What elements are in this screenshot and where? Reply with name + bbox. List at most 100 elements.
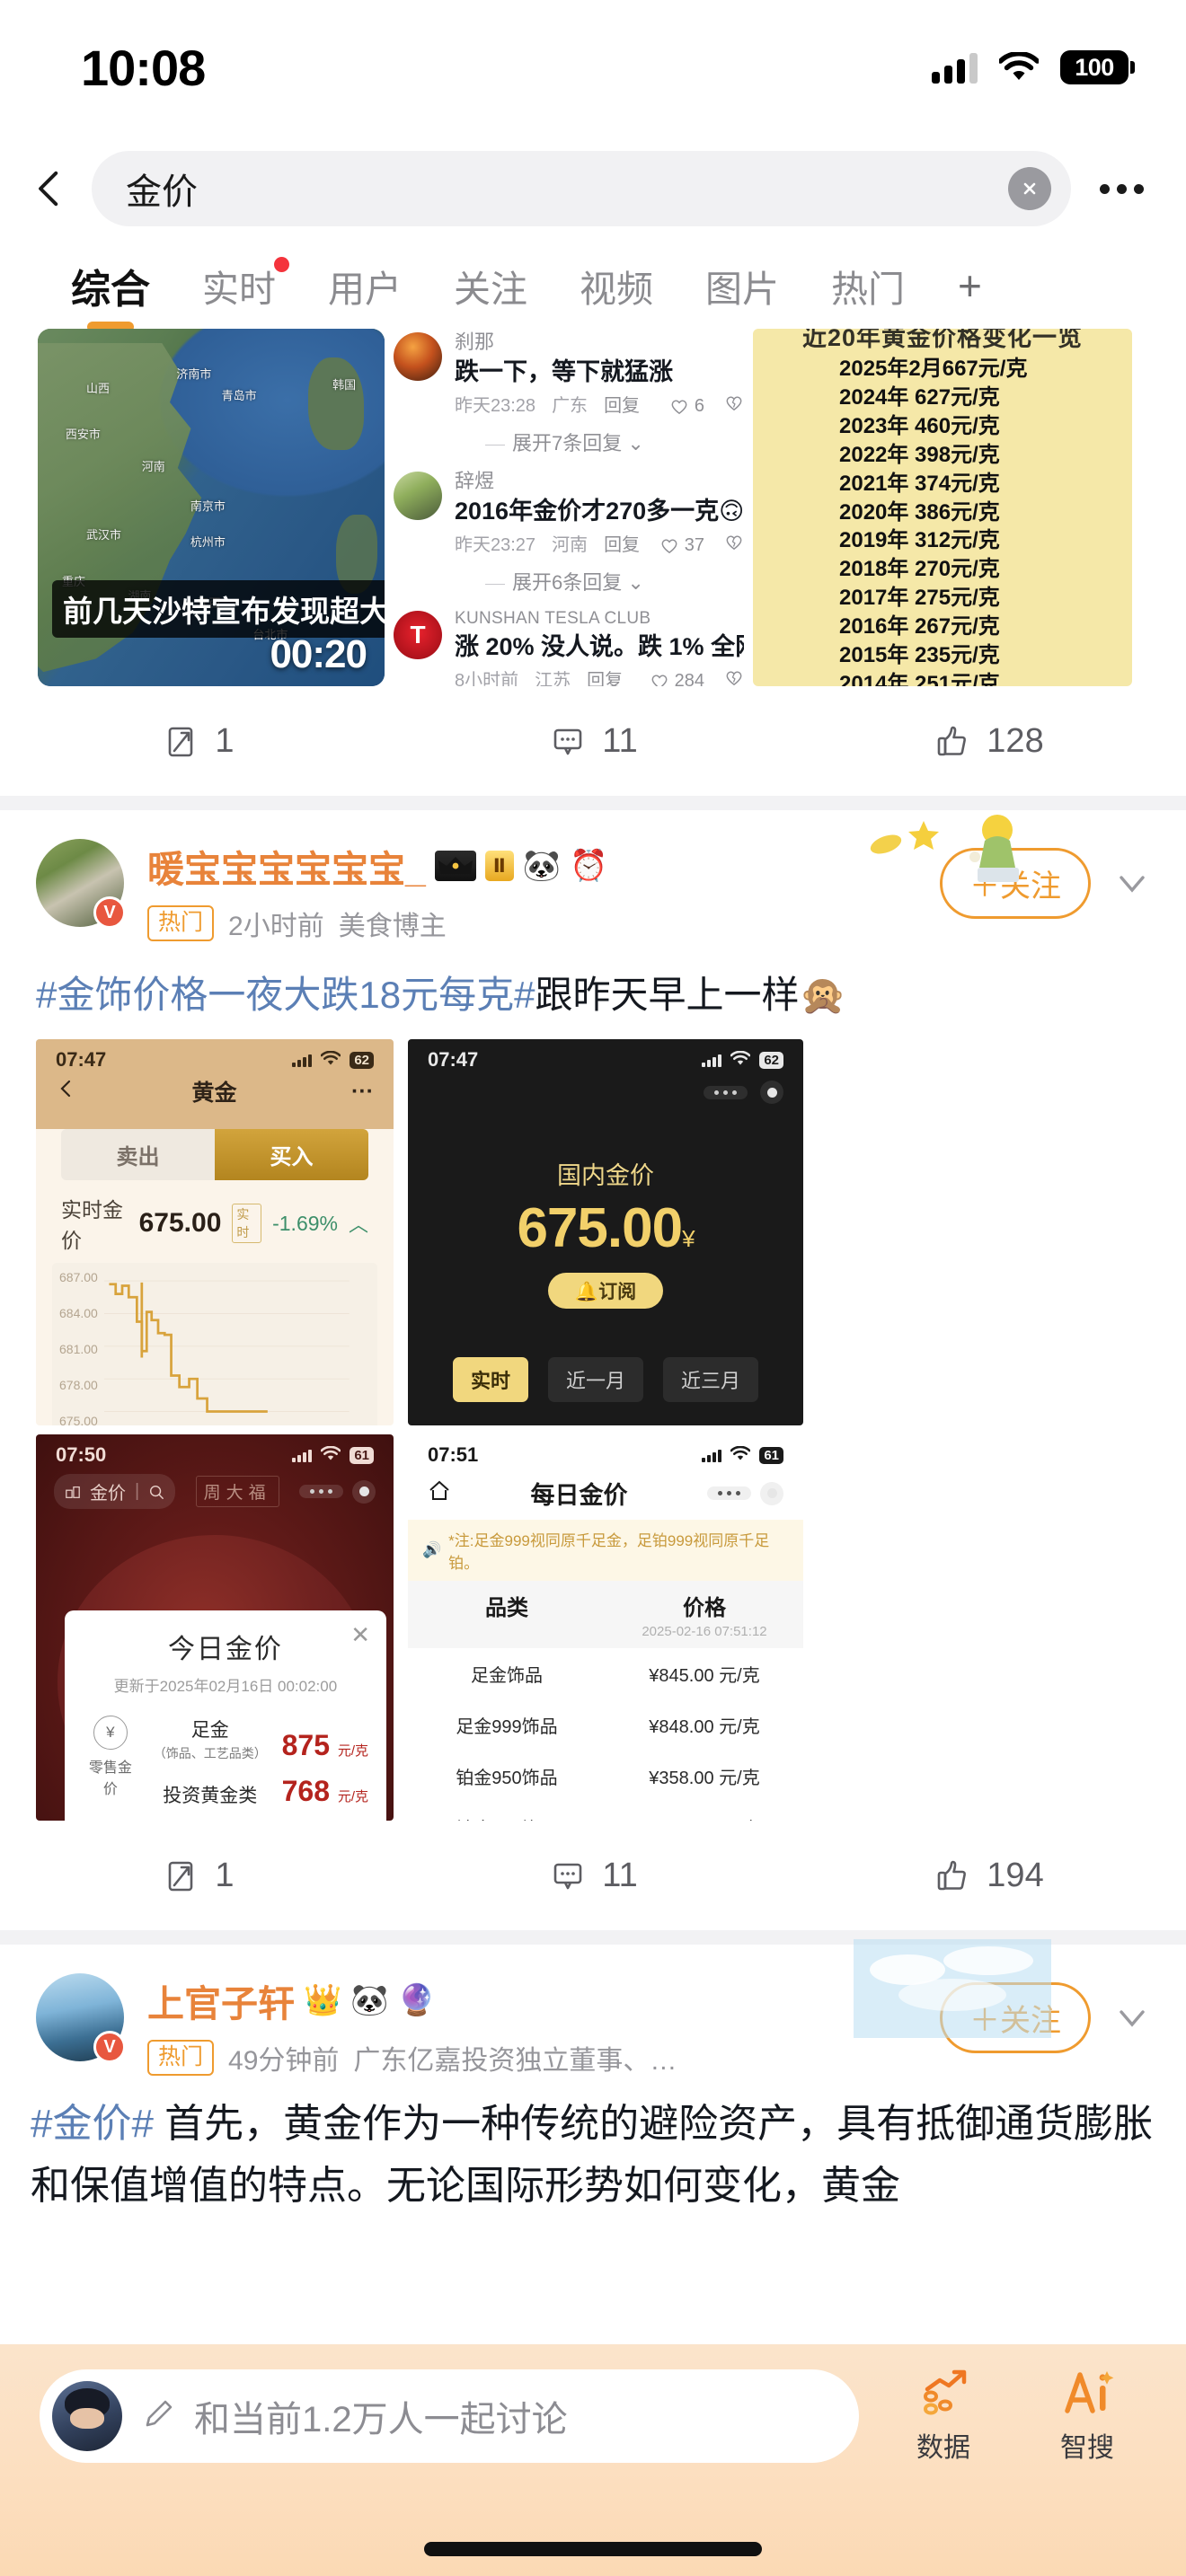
card-updated: 更新于2025年02月16日 00:02:00	[113, 1678, 338, 1695]
back-chevron-icon[interactable]	[22, 160, 79, 217]
tab-comprehensive[interactable]: 综合	[45, 257, 176, 332]
comment-location: 河南	[552, 535, 589, 556]
add-tab-button[interactable]: +	[936, 261, 1004, 310]
post-item-3: V 上官子轩 👑 🐼 🔮 热门 49分钟前 广东亿嘉投资独立董事、… ＋关注 #…	[0, 1939, 1186, 2212]
comment-like-button[interactable]: 6	[669, 389, 704, 423]
post2-text[interactable]: #金饰价格一夜大跌18元每克#跟昨天早上一样🙊	[0, 943, 1186, 1023]
chevron-down-icon[interactable]	[1114, 2000, 1150, 2036]
crystal-ball-emoji-icon: 🔮	[397, 1983, 437, 2017]
post-author-name[interactable]: 上官子轩	[147, 1973, 295, 2027]
follow-button[interactable]: ＋关注	[940, 848, 1091, 919]
tab-users[interactable]: 用户	[302, 259, 428, 313]
comment-dislike-button[interactable]	[724, 664, 744, 686]
close-capsule-icon[interactable]	[760, 1081, 783, 1104]
comment-like-button[interactable]: 37	[659, 528, 704, 562]
comment-composer[interactable]: 和当前1.2万人一起讨论	[40, 2369, 859, 2463]
like-button[interactable]: 194	[791, 1856, 1186, 1895]
screenshot-chow-tai-fook[interactable]: 07:50 61 金价 | 周大福 ✕ 今日金价 更新于2025年02月16日 …	[36, 1434, 394, 1821]
hashtag[interactable]: #金饰价格一夜大跌18元每克#	[36, 974, 535, 1016]
row-value: 875	[281, 1729, 330, 1761]
tab-label: 图片	[705, 269, 779, 310]
comment-dislike-button[interactable]	[724, 528, 744, 562]
search-icon	[150, 1485, 164, 1499]
post2-action-bar: 1 11 194	[0, 1821, 1186, 1930]
range-realtime[interactable]: 实时	[452, 1357, 528, 1402]
wifi-icon	[730, 1048, 751, 1072]
post-author-name[interactable]: 暖宝宝宝宝宝宝_	[147, 839, 426, 893]
tab-images[interactable]: 图片	[679, 259, 805, 313]
comment-button[interactable]: 11	[395, 1856, 791, 1895]
tab-following[interactable]: 关注	[428, 259, 553, 313]
alarm-clock-emoji-icon: ⏰	[570, 849, 608, 883]
comment-like-button[interactable]: 284	[650, 664, 704, 686]
tab-video[interactable]: 视频	[553, 259, 679, 313]
screenshot-gold-chart[interactable]: 07:47 62 黄金 ··· 卖出 买入 实时金价 675.00 实时 -1.…	[36, 1039, 394, 1425]
price-row: 2023年 460元/克	[839, 413, 1000, 438]
comment-reply-button[interactable]: 回复	[587, 664, 623, 686]
search-input[interactable]: 金价	[92, 151, 1071, 226]
more-dots-icon[interactable]	[707, 1486, 751, 1500]
share-button[interactable]: 1	[0, 721, 395, 761]
sell-tab[interactable]: 卖出	[61, 1129, 215, 1180]
time-range-segmented[interactable]: 实时 近一月 近三月	[408, 1357, 803, 1402]
like-count: 194	[987, 1856, 1044, 1894]
more-dots-icon[interactable]	[704, 1085, 748, 1099]
comment-button[interactable]: 11	[395, 721, 791, 761]
note-text: *注:足金999视同原千足金，足铂999视同原千足铂。	[448, 1532, 770, 1572]
comment-location: 江苏	[535, 671, 571, 686]
video-thumbnail[interactable]: 山西 济南市 青岛市 韩国 西安市 河南 南京市 杭州市 武汉市 重庆 湖南 江…	[38, 329, 385, 686]
home-icon[interactable]	[428, 1479, 451, 1507]
verified-badge-icon: V	[93, 896, 126, 929]
broken-heart-icon	[726, 396, 742, 411]
like-button[interactable]: 128	[791, 721, 1186, 761]
post1-comments-preview[interactable]: 刹那 跌一下，等下就猛涨 昨天23:28 广东 回复 6 展开7条回复 ⌄ 辞煜…	[394, 329, 744, 686]
close-icon[interactable]: ✕	[350, 1621, 370, 1649]
share-button[interactable]: 1	[0, 1856, 395, 1895]
price-row: 2017年 275元/克	[839, 586, 1000, 611]
clear-circle-icon[interactable]	[1008, 167, 1051, 210]
subscribe-button[interactable]: 🔔订阅	[548, 1273, 663, 1309]
comment-item[interactable]: 辞煜 2016年金价才270多一克🙃 昨天23:27 河南 回复 37 展开6条…	[394, 468, 744, 604]
wifi-icon	[730, 1443, 751, 1467]
nav-ai-search[interactable]: 智搜	[1028, 2369, 1146, 2465]
more-dots-icon[interactable]	[1084, 183, 1159, 194]
comment-time: 昨天23:28	[455, 395, 536, 416]
pencil-icon	[138, 2395, 178, 2439]
hashtag[interactable]: #金价#	[31, 2102, 154, 2146]
buy-tab[interactable]: 买入	[215, 1129, 368, 1180]
range-1month[interactable]: 近一月	[547, 1357, 643, 1402]
chevron-down-icon[interactable]	[1114, 866, 1150, 902]
gold-price-history-image[interactable]: 近20年黄金价格变化一览 2025年2月667元/克 2024年 627元/克 …	[753, 329, 1132, 686]
comment-icon	[553, 1863, 582, 1890]
close-capsule-icon[interactable]	[760, 1481, 783, 1505]
comment-author: 辞煜	[455, 470, 495, 493]
row-sub: （饰品、工艺品类）	[153, 1746, 267, 1760]
comment-dislike-button[interactable]	[724, 389, 744, 423]
card-title: 今日金价	[167, 1635, 283, 1664]
comment-item[interactable]: T KUNSHAN TESLA CLUB 涨 20% 没人说。跌 1% 全网通报…	[394, 607, 744, 686]
tab-realtime[interactable]: 实时	[176, 257, 302, 313]
range-3month[interactable]: 近三月	[663, 1357, 759, 1402]
avatar[interactable]: V	[36, 839, 126, 929]
more-dots-icon[interactable]: ···	[351, 1079, 374, 1105]
post3-text[interactable]: #金价# 首先，黄金作为一种传统的避险资产，具有抵御通货膨胀和保值增值的特点。无…	[0, 2078, 1186, 2212]
tab-hot[interactable]: 热门	[805, 259, 931, 313]
more-dots-icon[interactable]	[299, 1485, 343, 1498]
comment-reply-button[interactable]: 回复	[604, 389, 640, 423]
feed-divider	[0, 1930, 1186, 1945]
comment-expand-replies[interactable]: 展开6条回复 ⌄	[455, 562, 744, 604]
comment-expand-replies[interactable]: 展开7条回复 ⌄	[455, 423, 744, 464]
screenshot-daily-gold-table[interactable]: 07:51 61 每日金价 🔊 *注:足金999视同原千足金，足铂999视同原千…	[408, 1434, 803, 1821]
buy-sell-segmented[interactable]: 卖出 买入	[61, 1129, 368, 1180]
shot-time: 07:47	[428, 1048, 479, 1071]
follow-button[interactable]: ＋关注	[940, 1982, 1091, 2053]
comment-reply-button[interactable]: 回复	[604, 528, 640, 562]
screenshot-domestic-gold-price[interactable]: 07:47 62 国内金价 675.00¥ 🔔订阅 实时 近一月 近三月	[408, 1039, 803, 1425]
nav-data[interactable]: 数据	[884, 2369, 1003, 2465]
close-capsule-icon[interactable]	[352, 1479, 376, 1504]
mini-search-bar[interactable]: 金价 |	[54, 1474, 176, 1509]
comment-item[interactable]: 刹那 跌一下，等下就猛涨 昨天23:28 广东 回复 6 展开7条回复 ⌄	[394, 329, 744, 464]
table-row: 足金饰品 ¥845.00 元/克	[408, 1648, 803, 1699]
back-chevron-icon[interactable]	[56, 1078, 77, 1106]
avatar[interactable]: V	[36, 1973, 126, 2063]
